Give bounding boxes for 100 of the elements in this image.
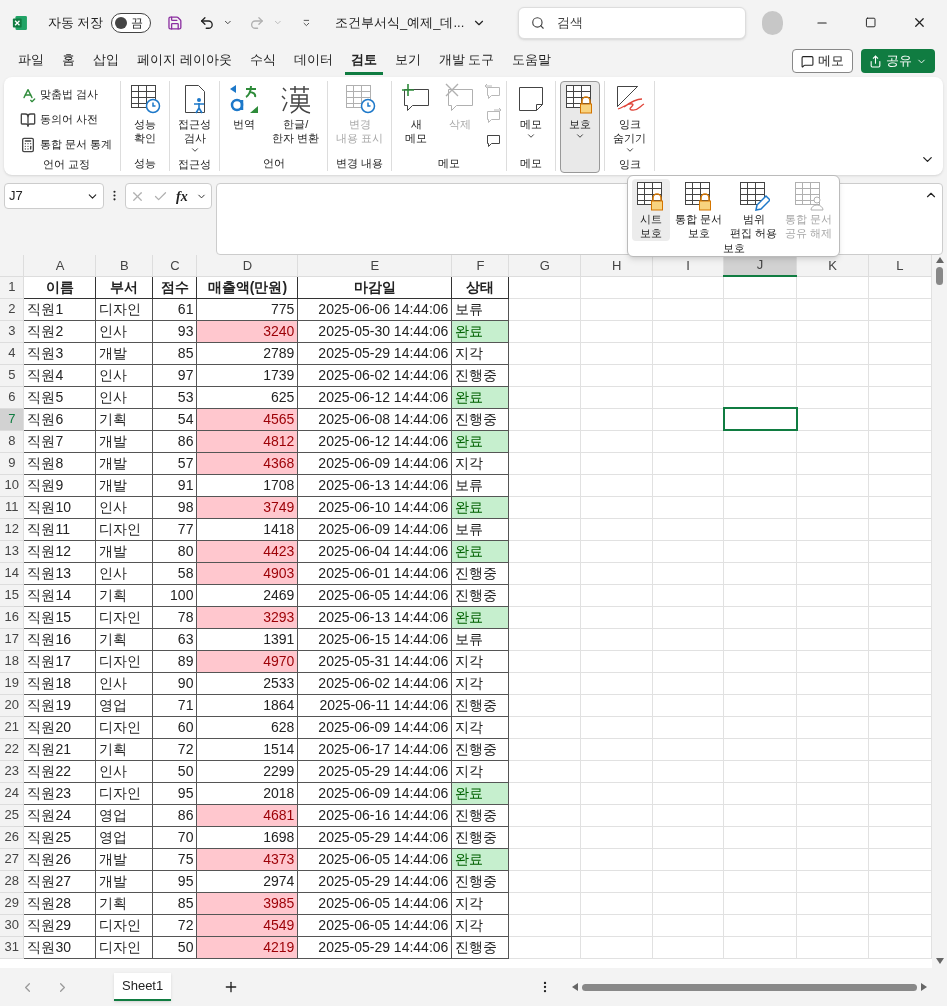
- row-header[interactable]: 16: [0, 606, 24, 628]
- ribbon-button[interactable]: 접근성 검사: [174, 81, 216, 156]
- table-cell: 직원3: [24, 342, 96, 364]
- table-cell: 2025-06-05 14:44:06: [297, 584, 452, 606]
- row-header[interactable]: 27: [0, 848, 24, 870]
- menu-item[interactable]: 범위 편집 허용: [727, 179, 781, 241]
- table-cell: 지각: [451, 342, 509, 364]
- column-header[interactable]: L: [868, 255, 932, 276]
- vertical-scrollbar[interactable]: [932, 255, 947, 968]
- translate-icon: [228, 83, 261, 115]
- row-header[interactable]: 4: [0, 342, 24, 364]
- row-header[interactable]: 21: [0, 716, 24, 738]
- share-icon: [869, 54, 882, 68]
- row-header[interactable]: 30: [0, 914, 24, 936]
- table-cell: 2025-06-17 14:44:06: [297, 738, 452, 760]
- row-header[interactable]: 14: [0, 562, 24, 584]
- ribbon-button[interactable]: 한글/ 한자 변환: [268, 81, 324, 146]
- menu-tab[interactable]: 도움말: [506, 47, 558, 75]
- table-cell: 개발: [95, 870, 153, 892]
- row-header[interactable]: 20: [0, 694, 24, 716]
- table-cell: 진행중: [451, 408, 509, 430]
- ribbon-button[interactable]: 번역: [224, 81, 265, 132]
- document-title[interactable]: 조건부서식_예제_데...: [335, 12, 487, 33]
- grid-pencil-icon: [737, 180, 770, 212]
- name-box[interactable]: J7: [4, 183, 104, 209]
- row-header[interactable]: 23: [0, 760, 24, 782]
- row-header[interactable]: 1: [0, 276, 24, 298]
- ribbon-button[interactable]: 맞춤법 검사: [16, 83, 117, 106]
- customize-toolbar-icon[interactable]: [302, 17, 311, 28]
- menu-tab[interactable]: 삽입: [87, 47, 125, 75]
- table-cell: 54: [152, 408, 197, 430]
- table-cell: 628: [196, 716, 298, 738]
- column-header[interactable]: G: [508, 255, 581, 276]
- menu-item[interactable]: 시트 보호: [632, 179, 670, 241]
- autosave-toggle[interactable]: 끔: [111, 12, 152, 33]
- column-header[interactable]: C: [152, 255, 197, 276]
- row-header[interactable]: 12: [0, 518, 24, 540]
- table-cell: 1708: [196, 474, 298, 496]
- save-icon[interactable]: [167, 13, 184, 32]
- menu-tab[interactable]: 데이터: [287, 47, 339, 75]
- ribbon-group-label: 메모: [437, 156, 462, 171]
- menu-tab[interactable]: 페이지 레이아웃: [131, 47, 238, 75]
- search-field[interactable]: 검색: [557, 12, 733, 33]
- column-header[interactable]: F: [451, 255, 509, 276]
- maximize-icon[interactable]: [864, 16, 877, 29]
- table-cell: 85: [152, 892, 197, 914]
- row-header[interactable]: 18: [0, 650, 24, 672]
- ribbon-button[interactable]: 동의어 사전: [16, 108, 117, 131]
- row-header[interactable]: 17: [0, 628, 24, 650]
- row-header[interactable]: 3: [0, 320, 24, 342]
- row-header[interactable]: 2: [0, 298, 24, 320]
- row-header[interactable]: 11: [0, 496, 24, 518]
- menu-item[interactable]: 통합 문서 보호: [672, 179, 726, 241]
- row-header[interactable]: 9: [0, 452, 24, 474]
- menu-tab[interactable]: 보기: [388, 47, 427, 75]
- row-header[interactable]: 29: [0, 892, 24, 914]
- row-header[interactable]: 15: [0, 584, 24, 606]
- table-cell: 57: [152, 452, 197, 474]
- row-header[interactable]: 13: [0, 540, 24, 562]
- column-header[interactable]: E: [297, 255, 452, 276]
- table-cell: 2025-06-02 14:44:06: [297, 364, 452, 386]
- row-header[interactable]: 26: [0, 826, 24, 848]
- row-header[interactable]: 10: [0, 474, 24, 496]
- row-header[interactable]: 5: [0, 364, 24, 386]
- ribbon-button[interactable]: 잉크 숨기기: [609, 81, 651, 156]
- table-cell: 개발: [95, 342, 153, 364]
- ribbon-button[interactable]: 성능 확인: [125, 81, 166, 146]
- column-header[interactable]: A: [24, 255, 96, 276]
- comments-button[interactable]: 메모: [792, 49, 853, 73]
- column-header[interactable]: D: [196, 255, 298, 276]
- ribbon-button[interactable]: 보호: [560, 81, 601, 173]
- table-cell: 70: [152, 826, 197, 848]
- insert-function-button[interactable]: fx: [176, 185, 188, 207]
- search-box[interactable]: 검색: [518, 6, 746, 39]
- column-header[interactable]: B: [95, 255, 153, 276]
- table-cell: 영업: [95, 694, 153, 716]
- book-icon: [20, 111, 36, 128]
- row-header[interactable]: 6: [0, 386, 24, 408]
- ribbon-button[interactable]: 통합 문서 통계: [16, 133, 117, 156]
- menu-tab[interactable]: 수식: [243, 47, 282, 75]
- row-header[interactable]: 28: [0, 870, 24, 892]
- menu-tab[interactable]: 개발 도구: [432, 47, 501, 75]
- table-cell: 직원23: [24, 782, 96, 804]
- share-button[interactable]: 공유: [861, 49, 935, 73]
- row-header[interactable]: 8: [0, 430, 24, 452]
- selected-cell[interactable]: [723, 408, 797, 430]
- table-cell: 직원1: [24, 298, 96, 320]
- row-header[interactable]: 25: [0, 804, 24, 826]
- header-cell: 매출액(만원): [196, 276, 298, 298]
- table-cell: 2025-05-30 14:44:06: [297, 320, 452, 342]
- row-header[interactable]: 24: [0, 782, 24, 804]
- ribbon-button[interactable]: 메모: [511, 81, 552, 142]
- ribbon-group-label: 잉크: [617, 157, 642, 172]
- sheet-tab[interactable]: Sheet1: [114, 973, 172, 1001]
- ribbon-button[interactable]: 새 메모: [396, 81, 437, 146]
- row-header[interactable]: 22: [0, 738, 24, 760]
- menu-tab[interactable]: 홈: [56, 47, 81, 75]
- menu-tab[interactable]: 파일: [12, 47, 50, 75]
- row-header[interactable]: 19: [0, 672, 24, 694]
- row-header[interactable]: 31: [0, 936, 24, 958]
